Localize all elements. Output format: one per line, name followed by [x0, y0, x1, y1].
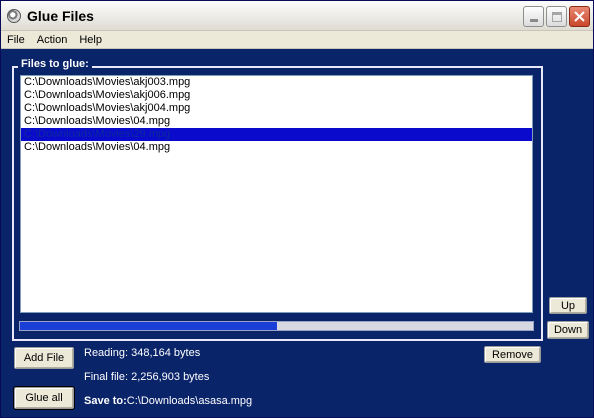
menu-bar: File Action Help [1, 31, 593, 49]
file-list-item[interactable]: C:\Downloads\Movies\akj004.mpg [21, 102, 532, 115]
minimize-icon [529, 19, 538, 22]
final-file-status: Final file: 2,256,903 bytes [84, 371, 210, 383]
save-to-status: Save to:C:\Downloads\asasa.mpg [84, 395, 252, 407]
menu-action[interactable]: Action [31, 31, 74, 49]
file-list[interactable]: C:\Downloads\Movies\akj003.mpg C:\Downloa… [20, 75, 533, 313]
save-to-path: C:\Downloads\asasa.mpg [126, 395, 253, 407]
title-bar[interactable]: Glue Files [1, 1, 593, 31]
menu-help[interactable]: Help [73, 31, 108, 49]
move-down-button[interactable]: Down [547, 321, 589, 339]
file-list-item[interactable]: C:\Downloads\Movies\04.mpg [21, 141, 532, 154]
save-to-label: Save to: [84, 395, 127, 407]
film-reel-icon [7, 9, 21, 23]
minimize-button[interactable] [523, 6, 544, 27]
glue-files-window: Glue Files File Action Help Files to glu… [0, 0, 594, 418]
close-button[interactable] [569, 6, 590, 27]
add-file-button[interactable]: Add File [14, 347, 74, 369]
file-list-item[interactable]: C:\Downloads\Movies\akj003.mpg [21, 76, 532, 89]
move-up-button[interactable]: Up [549, 297, 587, 314]
maximize-button[interactable] [546, 6, 567, 27]
files-group-label: Files to glue: [18, 58, 92, 70]
progress-fill [20, 322, 277, 330]
glue-all-button[interactable]: Glue all [13, 386, 75, 410]
file-list-item[interactable]: C:\Downloads\Movies\04.mpg [21, 115, 532, 128]
window-title: Glue Files [27, 8, 94, 24]
reading-status: Reading: 348,164 bytes [84, 347, 201, 359]
glue-progress-bar [19, 321, 534, 331]
menu-file[interactable]: File [1, 31, 31, 49]
close-icon [574, 11, 585, 22]
remove-button[interactable]: Remove [484, 346, 541, 363]
maximize-icon [551, 11, 562, 22]
file-list-item[interactable]: C:\Downloads\Movies\29.mpg [21, 128, 532, 141]
file-list-item[interactable]: C:\Downloads\Movies\akj006.mpg [21, 89, 532, 102]
